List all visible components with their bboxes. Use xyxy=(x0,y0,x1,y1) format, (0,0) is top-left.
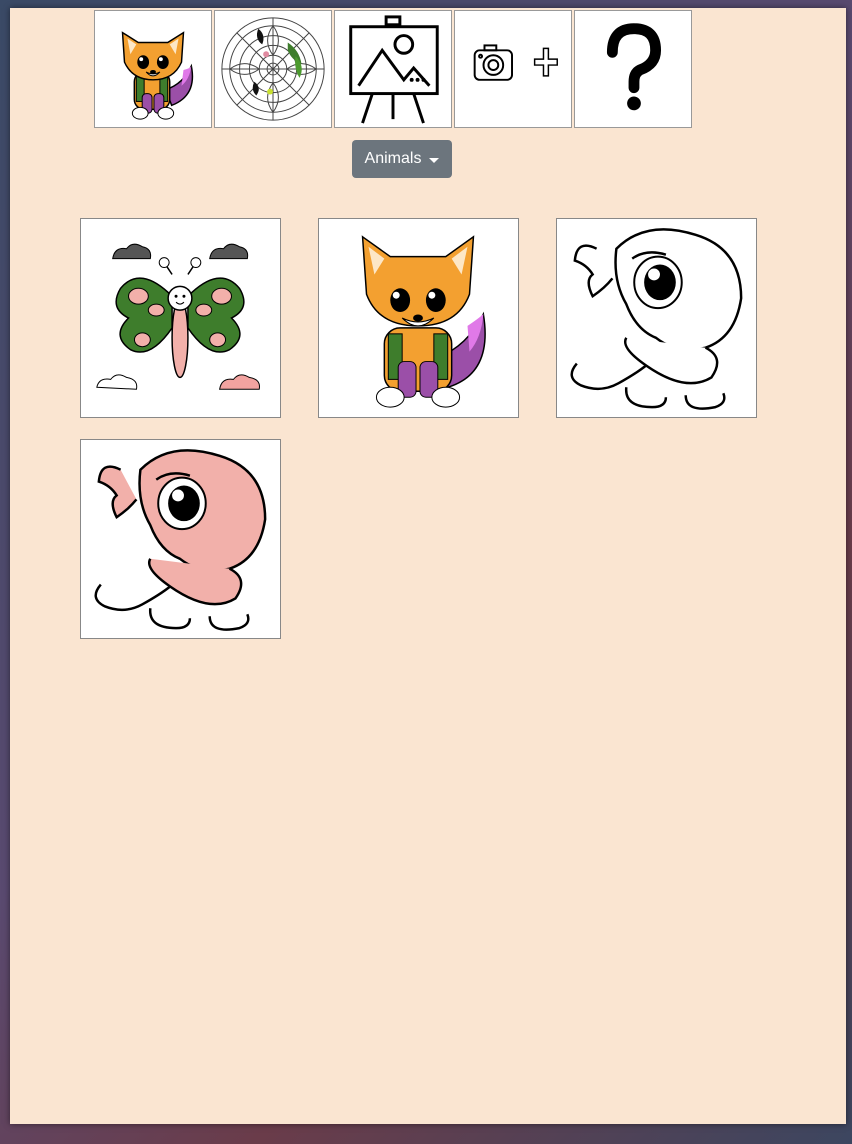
mandala-icon xyxy=(221,17,325,121)
category-dropdown-label: Animals xyxy=(364,150,422,167)
gallery-item-fox[interactable] xyxy=(318,218,519,418)
easel-icon xyxy=(349,15,439,124)
fox-icon xyxy=(121,31,194,120)
gallery-item-parrot-outline[interactable] xyxy=(556,218,757,418)
main-panel: Animals xyxy=(10,8,846,1124)
parrot-pink-image xyxy=(94,449,267,631)
fox-image xyxy=(361,235,486,408)
parrot-outline-image xyxy=(570,228,743,410)
camera-add-icon xyxy=(473,44,558,81)
help-button[interactable] xyxy=(574,10,692,128)
mandala-button[interactable] xyxy=(214,10,332,128)
easel-button[interactable] xyxy=(334,10,452,128)
toolbar xyxy=(94,10,694,130)
help-icon xyxy=(606,23,662,111)
category-dropdown[interactable]: Animals xyxy=(352,140,452,178)
gallery-item-butterfly[interactable] xyxy=(80,218,281,418)
caret-down-icon xyxy=(429,157,440,163)
gallery-item-parrot-pink[interactable] xyxy=(80,439,281,639)
fox-gallery-button[interactable] xyxy=(94,10,212,128)
butterfly-image xyxy=(96,243,260,390)
add-photo-button[interactable] xyxy=(454,10,572,128)
